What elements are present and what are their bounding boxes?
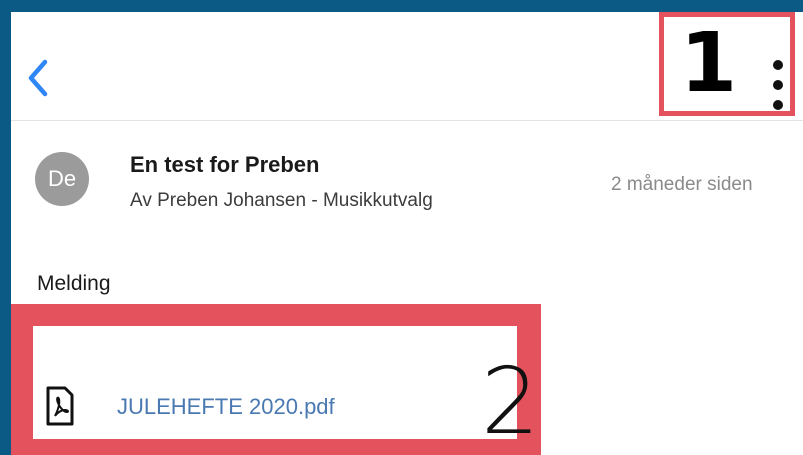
attachment-filename-link[interactable]: JULEHEFTE 2020.pdf <box>117 394 335 420</box>
message-screen: 1 De En test for Preben Av Preben Johans… <box>11 12 803 455</box>
top-bar: 1 <box>11 12 803 121</box>
avatar: De <box>35 152 89 206</box>
pdf-file-icon <box>46 386 74 426</box>
kebab-menu-icon <box>773 60 783 70</box>
chevron-left-icon <box>28 59 48 97</box>
post-author: Av Preben Johansen - Musikkutvalg <box>130 190 433 211</box>
attachment-item[interactable]: JULEHEFTE 2020.pdf 2 <box>33 326 540 448</box>
back-button[interactable] <box>23 56 53 100</box>
more-options-button[interactable] <box>767 60 789 110</box>
annotation-number-2: 2 <box>481 348 540 455</box>
post-title: En test for Preben <box>130 152 320 177</box>
annotation-box-2: JULEHEFTE 2020.pdf 2 <box>11 304 541 455</box>
annotation-number-1: 1 <box>680 16 738 111</box>
message-section-label: Melding <box>37 272 111 295</box>
post-timestamp: 2 måneder siden <box>611 174 753 195</box>
